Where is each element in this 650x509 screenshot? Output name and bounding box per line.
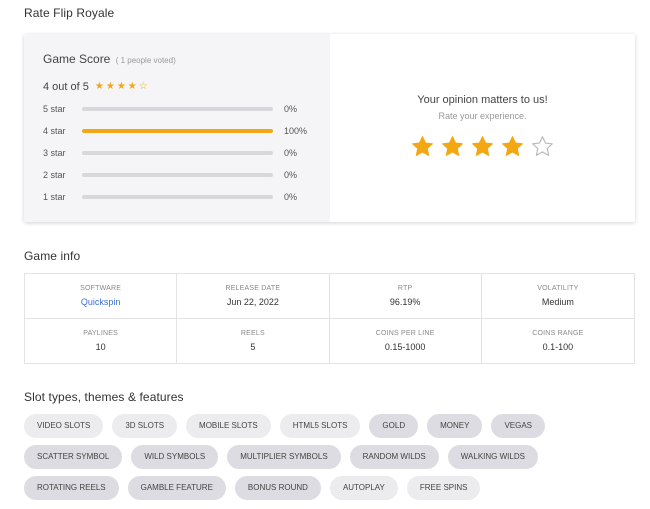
info-label: PAYLINES <box>83 329 119 337</box>
star-filled-icon[interactable] <box>501 135 524 158</box>
feature-tag[interactable]: VIDEO SLOTS <box>24 414 104 438</box>
rating-row-percent: 0% <box>284 148 298 158</box>
feature-tag[interactable]: SCATTER SYMBOL <box>24 445 123 469</box>
info-value: 96.19% <box>389 296 421 307</box>
info-cell: VOLATILITY Medium <box>481 274 634 319</box>
page-title: Rate Flip Royale <box>24 6 115 20</box>
feature-tag[interactable]: GOLD <box>369 414 419 438</box>
rating-row-percent: 0% <box>284 170 298 180</box>
feature-tag[interactable]: GAMBLE FEATURE <box>127 476 226 500</box>
info-value: 0.15-1000 <box>384 341 426 352</box>
feature-tag[interactable]: WALKING WILDS <box>447 445 538 469</box>
feature-tag[interactable]: MONEY <box>427 414 483 438</box>
info-label: SOFTWARE <box>80 284 122 292</box>
rating-row: 1 star 0% <box>43 186 312 208</box>
star-filled-icon[interactable] <box>441 135 464 158</box>
info-value: 0.1-100 <box>542 341 574 352</box>
rating-row: 3 star 0% <box>43 142 312 164</box>
feature-tag[interactable]: BONUS ROUND <box>234 476 321 500</box>
feature-tag[interactable]: AUTOPLAY <box>329 476 398 500</box>
info-cell: RTP 96.19% <box>329 274 482 319</box>
rating-row-label: 5 star <box>43 104 66 114</box>
rating-row: 4 star 100% <box>43 120 312 142</box>
feature-tag[interactable]: VEGAS <box>491 414 546 438</box>
rating-row: 5 star 0% <box>43 98 312 120</box>
game-score-heading: Game Score ( 1 people voted) <box>43 52 312 66</box>
rating-row-percent: 0% <box>284 104 298 114</box>
feature-tag[interactable]: FREE SPINS <box>406 476 481 500</box>
info-cell: SOFTWARE Quickspin <box>25 274 178 319</box>
info-value: 5 <box>250 341 256 352</box>
rating-row-percent: 100% <box>284 126 308 136</box>
feature-tag[interactable]: ROTATING REELS <box>24 476 119 500</box>
info-cell: PAYLINES 10 <box>25 318 178 363</box>
feature-tag[interactable]: 3D SLOTS <box>112 414 178 438</box>
star-filled-icon[interactable] <box>411 135 434 158</box>
rating-row-label: 2 star <box>43 170 66 180</box>
feature-tag[interactable]: RANDOM WILDS <box>349 445 439 469</box>
rating-progress-bar <box>82 107 273 111</box>
info-cell: COINS PER LINE 0.15-1000 <box>330 318 482 363</box>
star-outline-icon: ☆ <box>138 81 148 92</box>
feature-tags: VIDEO SLOTS 3D SLOTS MOBILE SLOTS HTML5 SLO… <box>24 414 635 500</box>
rating-progress-bar <box>82 129 273 133</box>
rating-row-label: 1 star <box>43 192 66 202</box>
feature-tag[interactable]: WILD SYMBOLS <box>131 445 219 469</box>
game-info-title: Game info <box>24 249 81 263</box>
average-rating-text: 4 out of 5 <box>43 81 89 93</box>
star-outline-icon[interactable] <box>531 135 554 158</box>
star-filled-icon: ★ <box>105 81 115 92</box>
rating-progress-fill <box>82 129 273 133</box>
rating-card: Game Score ( 1 people voted) 4 out of 5 … <box>24 34 635 222</box>
info-label: COINS RANGE <box>532 329 584 337</box>
game-score-title: Game Score <box>43 52 111 66</box>
feature-tag[interactable]: HTML5 SLOTS <box>279 414 361 438</box>
rating-distribution: 5 star 0% 4 star 100% 3 star 0% 2 star 0% 1 star… <box>43 98 312 208</box>
features-title: Slot types, themes & features <box>24 390 184 404</box>
rating-progress-bar <box>82 173 273 177</box>
star-filled-icon: ★ <box>116 81 126 92</box>
info-value: Medium <box>541 296 574 307</box>
average-stars: ★ ★ ★ ★ ☆ <box>95 82 148 92</box>
info-cell: COINS RANGE 0.1-100 <box>482 319 634 364</box>
average-rating: 4 out of 5 ★ ★ ★ ★ ☆ <box>43 81 312 93</box>
feature-tag[interactable]: MULTIPLIER SYMBOLS <box>227 445 341 469</box>
game-info-table: SOFTWARE Quickspin RELEASE DATE Jun 22, 202… <box>24 273 635 364</box>
info-cell: RELEASE DATE Jun 22, 2022 <box>177 274 330 319</box>
info-label: COINS PER LINE <box>375 329 435 337</box>
user-rating-panel: Your opinion matters to us! Rate your ex… <box>330 34 635 222</box>
game-score-panel: Game Score ( 1 people voted) 4 out of 5 … <box>24 34 330 222</box>
rating-row-label: 4 star <box>43 126 66 136</box>
rating-progress-bar <box>82 195 273 199</box>
info-cell: REELS 5 <box>177 318 330 363</box>
votes-count: ( 1 people voted) <box>115 56 176 65</box>
rating-row: 2 star 0% <box>43 164 312 186</box>
info-label: VOLATILITY <box>537 284 579 292</box>
star-rating-input[interactable] <box>411 135 554 158</box>
opinion-subtitle: Rate your experience. <box>438 111 527 121</box>
star-filled-icon[interactable] <box>471 135 494 158</box>
rating-row-percent: 0% <box>284 192 298 202</box>
info-value: Jun 22, 2022 <box>226 296 279 307</box>
info-label: RTP <box>397 284 413 292</box>
star-filled-icon: ★ <box>94 81 104 92</box>
info-label: REELS <box>240 329 265 337</box>
software-link[interactable]: Quickspin <box>81 297 121 307</box>
feature-tag[interactable]: MOBILE SLOTS <box>186 414 271 438</box>
star-filled-icon: ★ <box>127 81 137 92</box>
rating-row-label: 3 star <box>43 148 66 158</box>
info-label: RELEASE DATE <box>225 284 281 292</box>
info-value: 10 <box>95 341 106 352</box>
opinion-title: Your opinion matters to us! <box>417 94 548 106</box>
rating-progress-bar <box>82 151 273 155</box>
